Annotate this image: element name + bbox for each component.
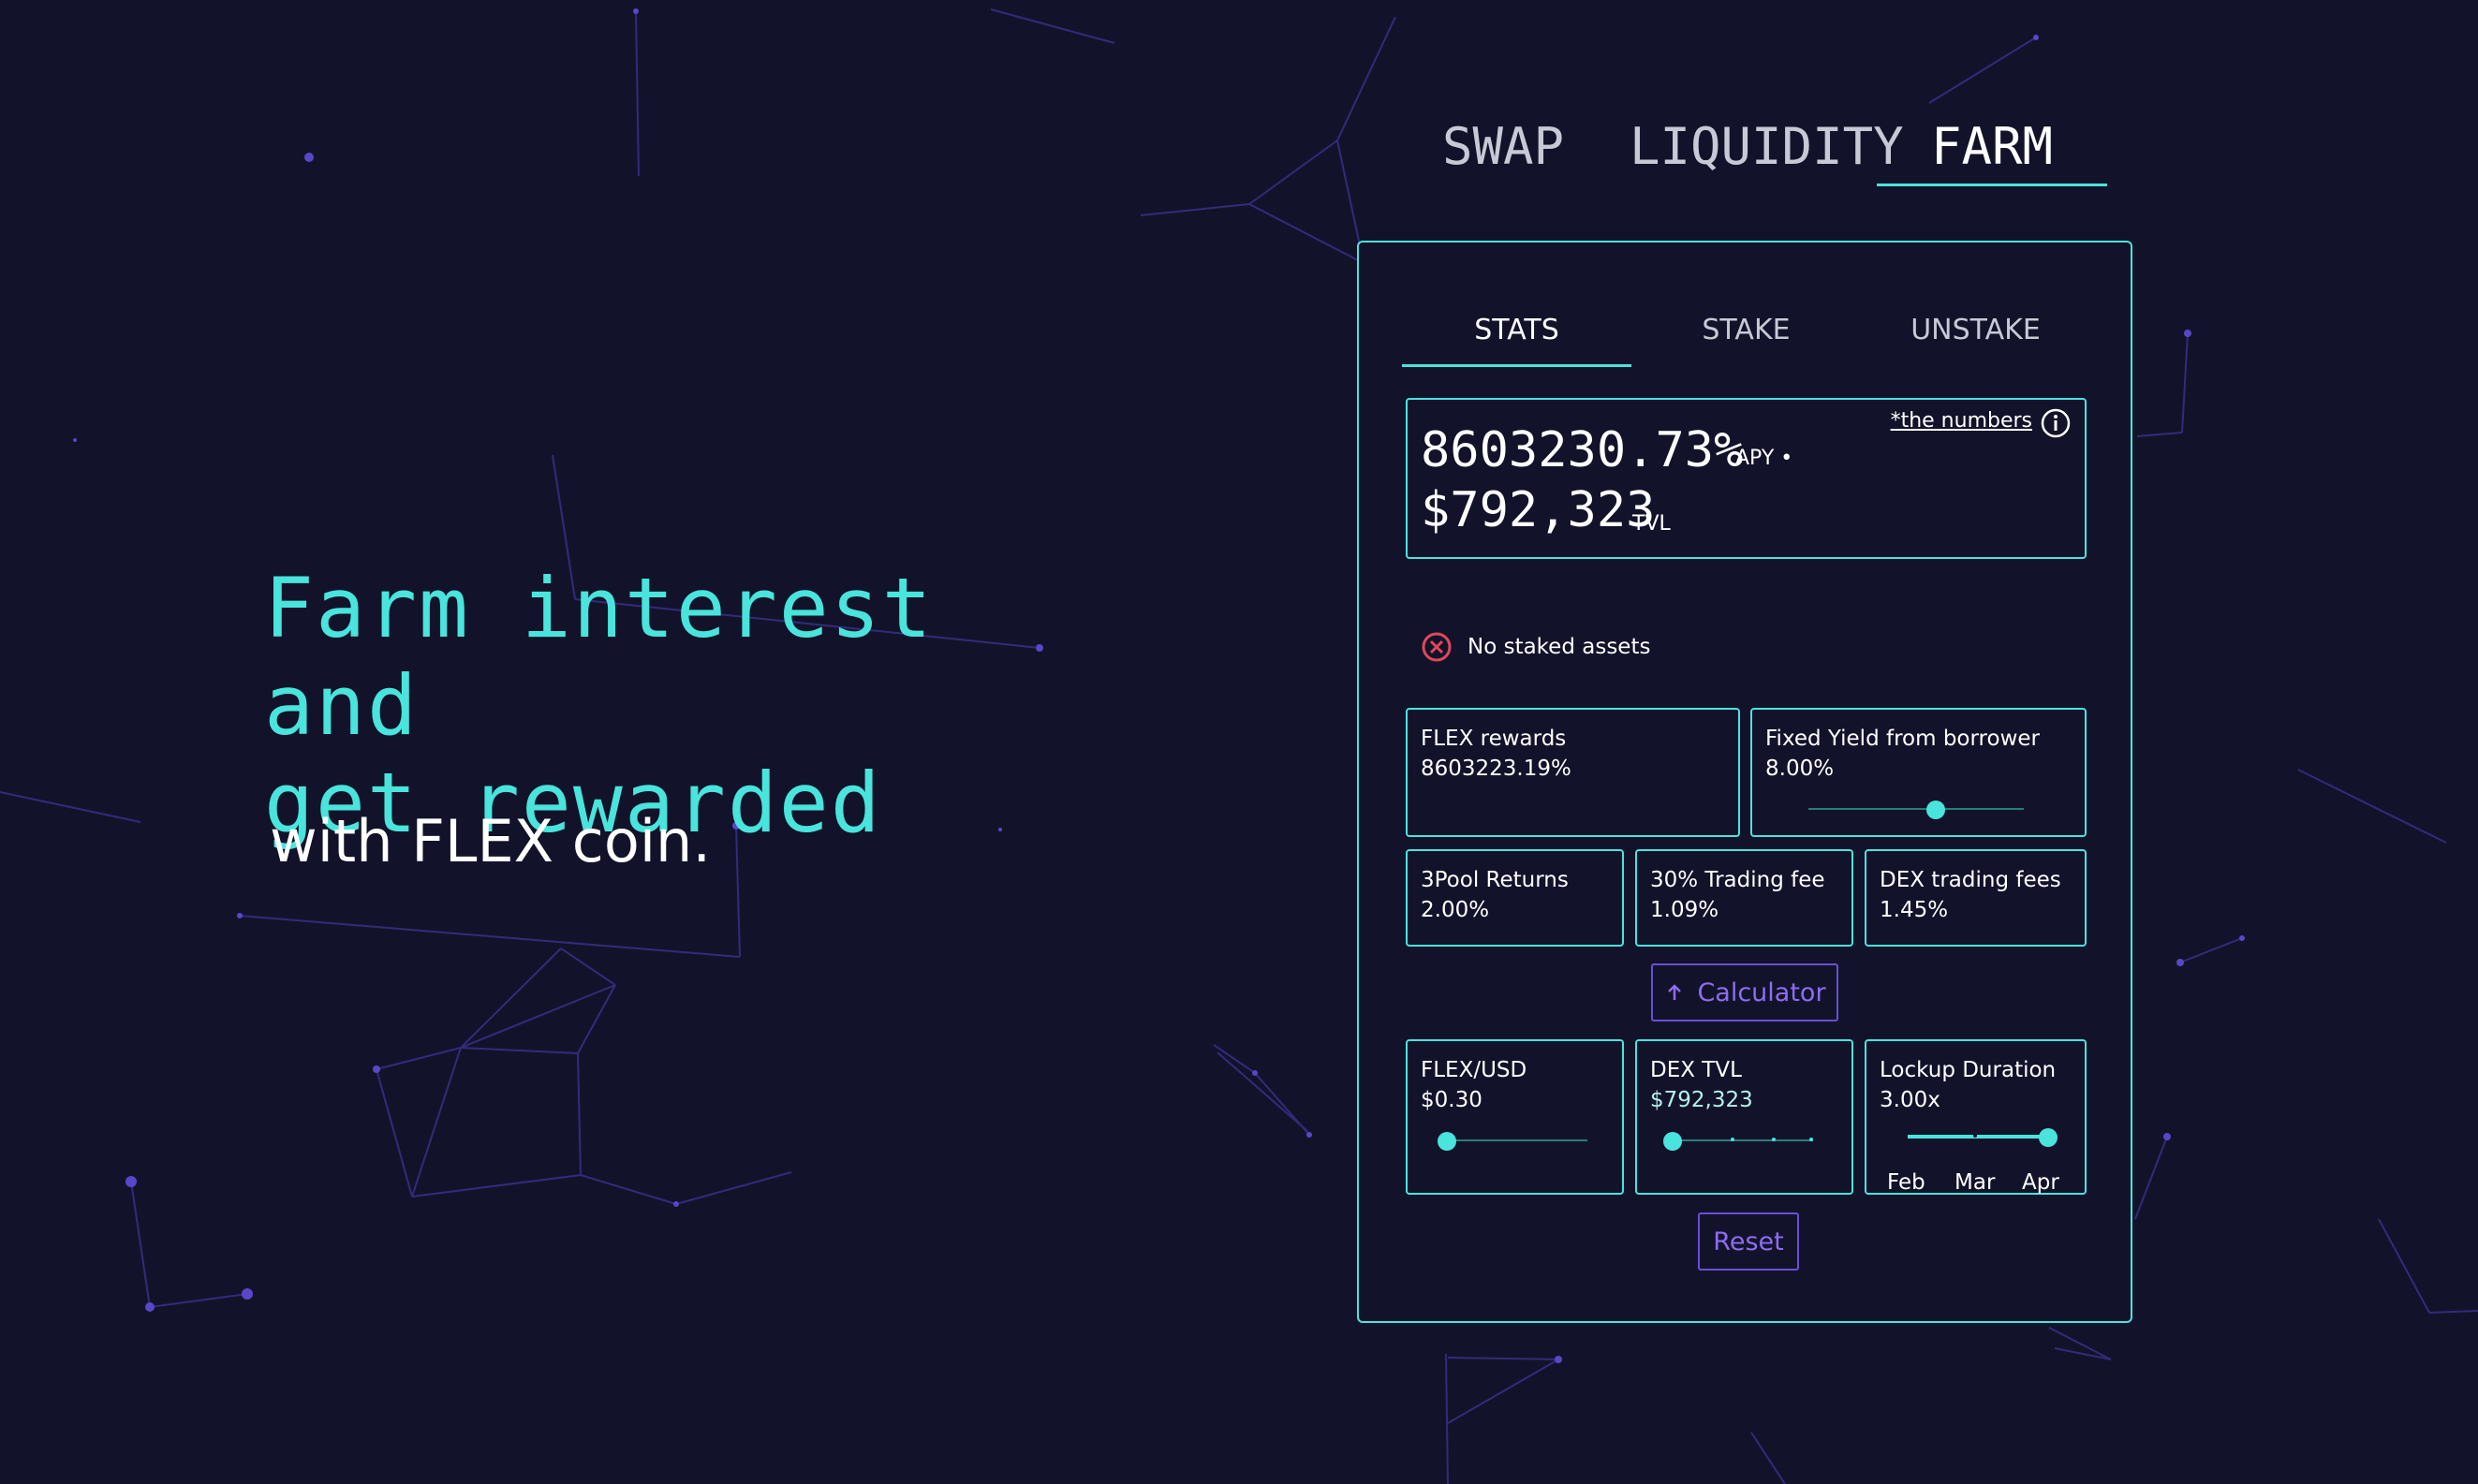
trading-fee-label: 30% Trading fee (1650, 868, 1825, 892)
lockup-duration-label: Lockup Duration (1880, 1058, 2057, 1082)
staking-status: No staked assets (1421, 630, 1650, 664)
fixed-yield-label: Fixed Yield from borrower (1765, 727, 2040, 751)
flex-usd-slider[interactable] (1438, 1127, 1587, 1155)
calculator-label: Calculator (1697, 977, 1826, 1007)
dex-tvl-value: $792,323 (1650, 1088, 1753, 1112)
3pool-returns-card: 3Pool Returns 2.00% (1406, 849, 1624, 947)
apy-summary-box: 8603230.73% APY • $792,323 TVL *the numb… (1406, 398, 2087, 559)
trading-fee-value: 1.09% (1650, 898, 1719, 922)
the-numbers-link[interactable]: *the numbers (1891, 409, 2032, 433)
lockup-duration-value: 3.00x (1880, 1088, 1940, 1112)
flex-rewards-label: FLEX rewards (1421, 727, 1567, 751)
flex-usd-label: FLEX/USD (1421, 1058, 1527, 1082)
tab-stake[interactable]: STAKE (1631, 303, 1861, 367)
flex-rewards-value: 8603223.19% (1421, 757, 1571, 781)
slider-thumb[interactable] (1438, 1132, 1456, 1151)
tvl-value: $792,323 (1421, 482, 1656, 538)
tvl-label: TVL (1632, 512, 1671, 536)
dex-tvl-label: DEX TVL (1650, 1058, 1742, 1082)
reset-button[interactable]: Reset (1698, 1212, 1799, 1271)
error-circle-icon (1422, 632, 1452, 662)
tab-swap[interactable]: SWAP (1423, 110, 1583, 184)
lockup-duration-slider[interactable] (1908, 1124, 2058, 1152)
apy-label: APY • (1735, 447, 1793, 470)
3pool-returns-label: 3Pool Returns (1421, 868, 1569, 892)
dex-trading-fees-card: DEX trading fees 1.45% (1865, 849, 2087, 947)
flex-usd-value: $0.30 (1421, 1088, 1482, 1112)
tab-stats[interactable]: STATS (1402, 303, 1631, 367)
fixed-yield-slider[interactable] (1808, 796, 2024, 824)
slider-thumb[interactable] (2039, 1128, 2058, 1147)
apy-value: 8603230.73% (1421, 422, 1744, 478)
month-label-feb: Feb (1887, 1170, 1925, 1195)
fixed-yield-value: 8.00% (1765, 757, 1835, 781)
no-staked-assets-text: No staked assets (1468, 635, 1651, 659)
calculator-button[interactable]: Calculator (1651, 963, 1838, 1021)
dex-trading-fees-value: 1.45% (1880, 898, 1949, 922)
top-navigation: SWAP LIQUIDITY FARM (1405, 110, 2117, 186)
tab-farm[interactable]: FARM (1877, 110, 2107, 186)
flex-rewards-card: FLEX rewards 8603223.19% (1406, 708, 1740, 837)
info-circle-icon[interactable] (2040, 407, 2072, 439)
month-label-mar: Mar (1954, 1170, 1996, 1195)
dex-tvl-card: DEX TVL $792,323 (1635, 1039, 1853, 1195)
dex-trading-fees-label: DEX trading fees (1880, 868, 2061, 892)
arrow-up-icon (1668, 984, 1682, 1000)
month-label-apr: Apr (2022, 1170, 2059, 1195)
tab-liquidity[interactable]: LIQUIDITY (1630, 110, 1904, 184)
farm-panel: STATS STAKE UNSTAKE 8603230.73% APY • $7… (1357, 241, 2132, 1323)
tab-unstake[interactable]: UNSTAKE (1861, 303, 2090, 367)
lockup-duration-card: Lockup Duration 3.00x Feb Mar Apr (1865, 1039, 2087, 1195)
slider-thumb[interactable] (1663, 1132, 1682, 1151)
fixed-yield-card: Fixed Yield from borrower 8.00% (1750, 708, 2087, 837)
flex-usd-card: FLEX/USD $0.30 (1406, 1039, 1624, 1195)
dex-tvl-slider[interactable] (1663, 1127, 1813, 1155)
3pool-returns-value: 2.00% (1421, 898, 1490, 922)
hero-subtitle: with FLEX coin. (270, 807, 712, 875)
slider-thumb[interactable] (1925, 801, 1945, 819)
trading-fee-card: 30% Trading fee 1.09% (1635, 849, 1853, 947)
